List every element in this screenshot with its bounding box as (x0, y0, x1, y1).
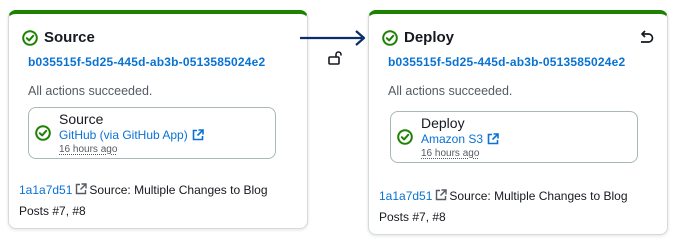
execution-id-link[interactable]: b035515f-5d25-445d-ab3b-0513585024e2 (28, 55, 265, 69)
action-name: Deploy (421, 115, 465, 131)
execution-id-link[interactable]: b035515f-5d25-445d-ab3b-0513585024e2 (388, 55, 625, 69)
action-timestamp: 16 hours ago (421, 148, 480, 159)
stage-header: Source (22, 29, 95, 46)
action-timestamp: 16 hours ago (59, 144, 118, 155)
provider-label: Amazon S3 (421, 132, 484, 146)
external-link-icon (76, 183, 88, 195)
action-card-deploy: Deploy Amazon S3 16 hours ago (390, 111, 638, 163)
action-provider-link[interactable]: GitHub (via GitHub App) (59, 128, 204, 142)
stage-deploy: Deploy b035515f-5d25-445d-ab3b-051358502… (368, 10, 668, 235)
stage-status: All actions succeeded. (388, 84, 513, 98)
stage-source: Source b035515f-5d25-445d-ab3b-051358502… (8, 10, 308, 229)
arrow-right-icon (300, 30, 366, 46)
stage-header: Deploy (382, 29, 454, 46)
external-link-icon (436, 189, 448, 201)
check-circle-icon (35, 125, 51, 141)
action-card-source: Source GitHub (via GitHub App) 16 hours … (28, 107, 276, 159)
unlock-icon[interactable] (327, 50, 343, 66)
check-circle-icon (382, 29, 398, 46)
stage-title: Deploy (404, 29, 455, 46)
action-name: Source (59, 111, 104, 127)
stage-status: All actions succeeded. (28, 84, 153, 98)
commit-info: 1a1a7d51 Source: Multiple Changes to Blo… (19, 180, 279, 222)
stage-title: Source (44, 29, 95, 46)
commit-id-link[interactable]: 1a1a7d51 (19, 183, 72, 197)
external-link-icon (192, 129, 204, 141)
undo-icon[interactable] (637, 30, 655, 48)
action-provider-link[interactable]: Amazon S3 (421, 132, 499, 146)
external-link-icon (487, 133, 499, 145)
check-circle-icon (397, 129, 413, 145)
provider-label: GitHub (via GitHub App) (59, 128, 188, 142)
commit-info: 1a1a7d51 Source: Multiple Changes to Blo… (379, 186, 639, 228)
commit-id-link[interactable]: 1a1a7d51 (379, 189, 432, 203)
check-circle-icon (22, 29, 38, 46)
